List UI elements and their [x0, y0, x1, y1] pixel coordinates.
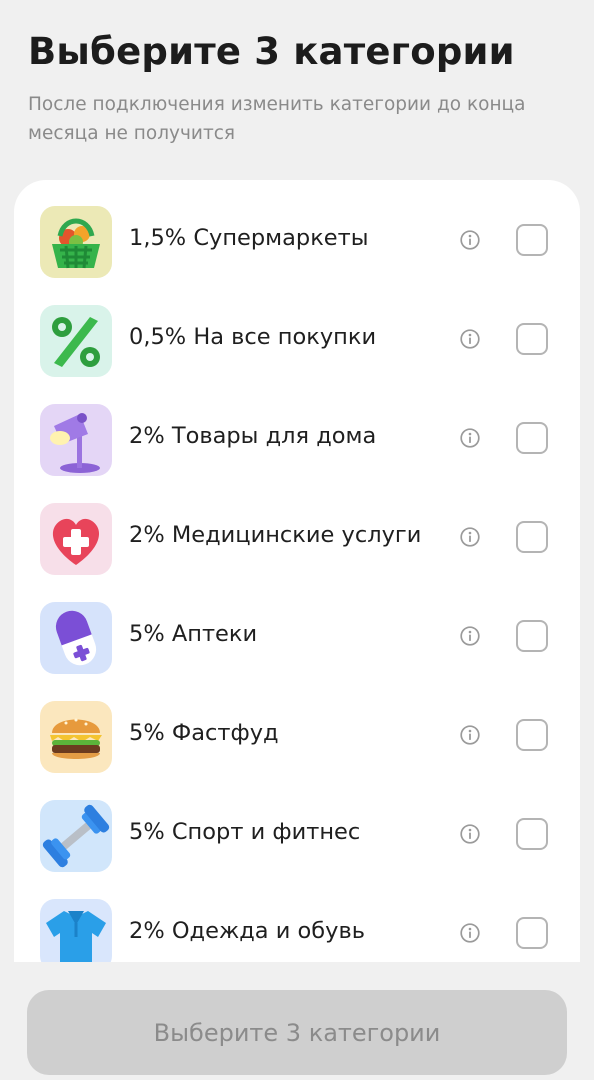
category-tile [40, 602, 112, 674]
category-row-supermarkets[interactable]: 1,5% Супермаркеты [14, 180, 580, 279]
category-checkbox[interactable] [516, 521, 548, 553]
category-tile [40, 899, 112, 962]
select-categories-button[interactable]: Выберите 3 категории [27, 990, 567, 1075]
category-row-medical[interactable]: 2% Медицинские услуги [14, 477, 580, 576]
category-label: 1,5% Супермаркеты [129, 225, 369, 251]
dumbbell-icon [42, 804, 110, 868]
category-checkbox[interactable] [516, 224, 548, 256]
category-tile [40, 206, 112, 278]
category-tile [40, 305, 112, 377]
info-icon[interactable] [460, 923, 480, 943]
category-label: 5% Спорт и фитнес [129, 819, 361, 845]
category-label: 2% Одежда и обувь [129, 918, 365, 944]
category-row-fastfood[interactable]: 5% Фастфуд [14, 675, 580, 774]
info-icon[interactable] [460, 824, 480, 844]
info-icon[interactable] [460, 230, 480, 250]
category-checkbox[interactable] [516, 422, 548, 454]
burger-icon [50, 718, 102, 759]
category-label: 5% Аптеки [129, 621, 258, 647]
category-row-sport[interactable]: 5% Спорт и фитнес [14, 774, 580, 873]
category-tile [40, 503, 112, 575]
category-checkbox[interactable] [516, 719, 548, 751]
desk-lamp-icon [50, 413, 100, 473]
info-icon[interactable] [460, 626, 480, 646]
category-label: 5% Фастфуд [129, 720, 279, 746]
category-label: 2% Медицинские услуги [129, 522, 422, 548]
info-icon[interactable] [460, 329, 480, 349]
category-checkbox[interactable] [516, 818, 548, 850]
percent-icon [52, 317, 100, 367]
info-icon[interactable] [460, 527, 480, 547]
category-checkbox[interactable] [516, 620, 548, 652]
category-row-home-goods[interactable]: 2% Товары для дома [14, 378, 580, 477]
category-tile [40, 404, 112, 476]
info-icon[interactable] [460, 428, 480, 448]
polo-shirt-icon [46, 911, 106, 962]
category-tile [40, 800, 112, 872]
page-title: Выберите 3 категории [28, 30, 515, 73]
category-row-all-purchases[interactable]: 0,5% На все покупки [14, 279, 580, 378]
pill-capsule-icon [55, 610, 97, 666]
category-label: 2% Товары для дома [129, 423, 377, 449]
categories-card: 1,5% Супермаркеты 0,5% На все покупки 2%… [14, 180, 580, 962]
heart-cross-icon [52, 518, 100, 565]
grocery-basket-icon [52, 218, 100, 269]
category-label: 0,5% На все покупки [129, 324, 377, 350]
category-checkbox[interactable] [516, 323, 548, 355]
category-row-clothing[interactable]: 2% Одежда и обувь [14, 873, 580, 962]
category-row-pharmacies[interactable]: 5% Аптеки [14, 576, 580, 675]
info-icon[interactable] [460, 725, 480, 745]
category-tile [40, 701, 112, 773]
category-checkbox[interactable] [516, 917, 548, 949]
page-subtitle: После подключения изменить категории до … [28, 94, 526, 144]
